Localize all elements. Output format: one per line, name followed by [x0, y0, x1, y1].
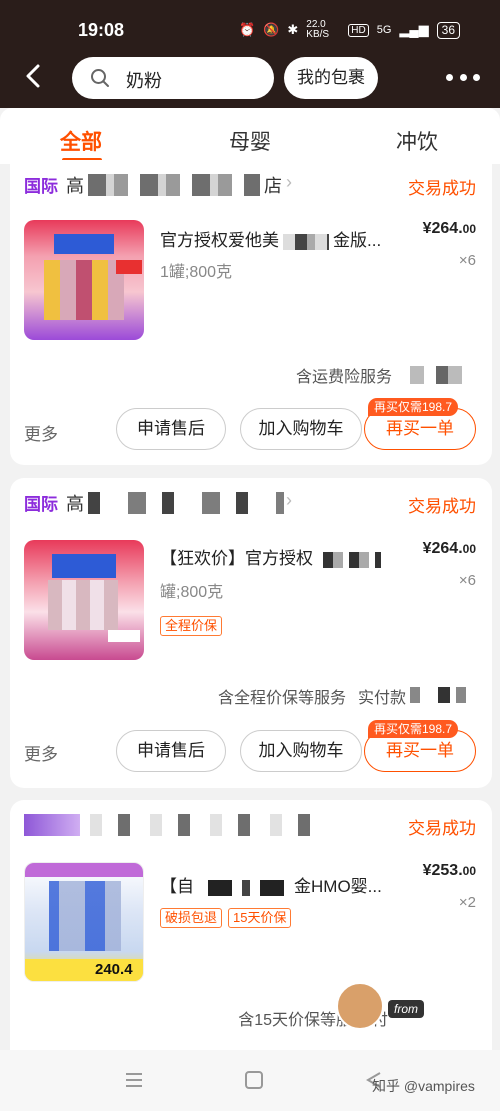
more-link[interactable]: 更多 — [24, 420, 58, 445]
intl-badge: 国际 — [24, 177, 58, 196]
product-title[interactable]: 官方授权爱他美 金版... — [160, 226, 381, 251]
rebuy-promo-badge: 再买仅需198.7 — [368, 398, 459, 416]
status-icons: ⏰ 🔕 ✱ 22.0 KB/S HD 5G ▂▄▆ 36 — [239, 20, 460, 40]
price-protect-tag: 15天价保 — [228, 908, 292, 928]
tab-all[interactable]: 全部 — [60, 126, 102, 156]
search-query: 奶粉 — [126, 71, 162, 91]
search-icon — [91, 69, 109, 87]
home-icon[interactable] — [244, 1070, 264, 1090]
rebuy-promo-badge: 再买仅需198.7 — [368, 720, 459, 738]
bluetooth-icon: ✱ — [287, 22, 299, 37]
after-sale-button[interactable]: 申请售后 — [116, 408, 226, 450]
shop-name-redacted — [88, 492, 284, 514]
product-thumbnail[interactable] — [24, 540, 144, 660]
paid-amount-redacted — [410, 366, 462, 384]
shop-name-start: 高 — [66, 494, 84, 514]
damage-return-tag: 破损包退 — [160, 908, 223, 928]
intl-badge: 国际 — [24, 495, 58, 514]
thumbnail-price: 240.4 — [95, 961, 133, 978]
product-quantity: ×6 — [458, 572, 476, 589]
product-quantity: ×6 — [458, 252, 476, 269]
product-title[interactable]: 【自 金HMO婴... — [160, 872, 382, 897]
order-card[interactable]: 国际 高 店 › 交易成功 官方授权爱他美 金版... 1罐;800克 ¥264.… — [10, 160, 492, 465]
more-options-icon[interactable] — [446, 70, 480, 84]
chevron-right-icon[interactable]: › — [286, 490, 292, 511]
product-thumbnail[interactable]: 240.4 — [24, 862, 144, 982]
my-package-button[interactable]: 我的包裹 — [284, 57, 378, 99]
network-speed: 22.0 KB/S — [306, 19, 330, 40]
back-arrow-icon[interactable] — [20, 62, 48, 90]
category-tabs: 全部 母婴 冲饮 — [0, 108, 500, 164]
tab-drinks[interactable]: 冲饮 — [396, 126, 438, 156]
search-input[interactable]: 奶粉 — [72, 57, 274, 99]
shop-name-start: 高 — [66, 176, 84, 196]
order-status: 交易成功 — [408, 819, 476, 838]
order-card[interactable]: 国际 高 › 交易成功 【狂欢价】官方授权 罐;800克 全程价保 ¥264.0… — [10, 478, 492, 788]
product-price: ¥264.00 — [422, 540, 476, 557]
add-to-cart-button[interactable]: 加入购物车 — [240, 408, 362, 450]
network-type: 5G — [376, 24, 392, 36]
shop-name-suffix[interactable]: 店 — [264, 172, 282, 198]
clock: 19:08 — [78, 20, 125, 40]
top-header: 19:08 ⏰ 🔕 ✱ 22.0 KB/S HD 5G ▂▄▆ 36 奶粉 我的… — [0, 0, 500, 108]
from-label: from — [388, 1000, 424, 1018]
signal-icon: ▂▄▆ — [399, 22, 429, 37]
menu-icon[interactable] — [124, 1070, 144, 1090]
mascot-avatar — [336, 982, 384, 1030]
paid-amount-redacted — [410, 687, 472, 703]
order-status: 交易成功 — [408, 179, 476, 198]
alarm-icon: ⏰ — [239, 22, 256, 37]
product-thumbnail[interactable] — [24, 220, 144, 340]
product-price: ¥264.00 — [422, 220, 476, 237]
product-quantity: ×2 — [458, 894, 476, 911]
chevron-right-icon[interactable]: › — [286, 172, 292, 193]
intl-badge-redacted — [24, 814, 80, 836]
shop-name-redacted — [88, 174, 260, 196]
hd-icon: HD — [348, 23, 369, 37]
service-info: 含运费险服务 — [295, 369, 392, 386]
watermark: 知乎 @vampires — [372, 1078, 475, 1094]
mute-icon: 🔕 — [263, 22, 280, 37]
shop-name-redacted — [90, 814, 310, 836]
paid-amount-label: 实付款 — [357, 690, 406, 707]
status-bar: 19:08 ⏰ 🔕 ✱ 22.0 KB/S HD 5G ▂▄▆ 36 — [0, 0, 500, 52]
product-spec: 罐;800克 — [160, 584, 224, 601]
after-sale-button[interactable]: 申请售后 — [116, 730, 226, 772]
product-spec: 1罐;800克 — [160, 264, 233, 281]
service-info: 含全程价保等服务 — [217, 690, 346, 707]
price-protect-tag: 全程价保 — [160, 616, 223, 636]
add-to-cart-button[interactable]: 加入购物车 — [240, 730, 362, 772]
more-link[interactable]: 更多 — [24, 740, 58, 765]
product-price: ¥253.00 — [422, 862, 476, 879]
order-status: 交易成功 — [408, 497, 476, 516]
tab-maternal[interactable]: 母婴 — [229, 126, 271, 156]
battery-icon: 36 — [436, 21, 460, 39]
product-title[interactable]: 【狂欢价】官方授权 — [160, 544, 381, 569]
